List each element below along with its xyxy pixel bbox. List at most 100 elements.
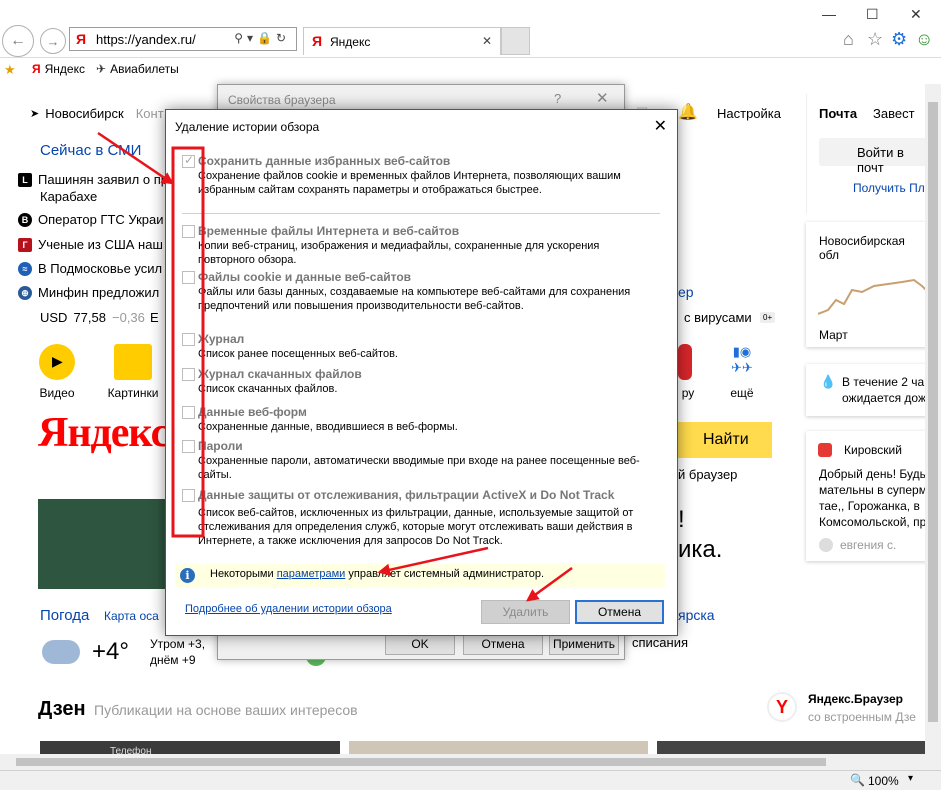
- vertical-scrollbar[interactable]: [925, 84, 941, 770]
- location-arrow-icon: ➤: [30, 108, 40, 120]
- currency-rate[interactable]: USD 77,58 −0,36: [40, 310, 145, 325]
- yandex-logo[interactable]: Яндекс: [38, 409, 169, 457]
- option-label: Данные веб-форм: [198, 405, 307, 419]
- browser-hint[interactable]: й браузер: [678, 467, 737, 482]
- mail-create[interactable]: Завест: [873, 106, 915, 121]
- mail-title[interactable]: Почта: [819, 106, 857, 121]
- ybrowser-title[interactable]: Яндекс.Браузер: [808, 692, 903, 706]
- parameters-link[interactable]: параметрами: [277, 568, 346, 580]
- scrollbar-thumb[interactable]: [16, 758, 826, 766]
- close-icon[interactable]: ✕: [596, 89, 609, 107]
- browser-tab[interactable]: Я Яндекс ✕: [303, 27, 501, 55]
- checkbox[interactable]: [182, 368, 195, 381]
- get-mail-link[interactable]: Получить Пл: [853, 181, 925, 195]
- news-text: Пашинян заявил о пр: [38, 172, 168, 187]
- news-right-fragment-2[interactable]: с вирусами: [684, 310, 752, 325]
- news-source-icon: Г: [18, 237, 32, 252]
- news-item[interactable]: ≈ В Подмосковье усил: [18, 261, 162, 276]
- help-icon[interactable]: ?: [554, 91, 561, 106]
- forward-button[interactable]: →: [40, 28, 66, 54]
- new-tab-button[interactable]: [501, 27, 530, 55]
- home-icon[interactable]: ⌂: [843, 29, 854, 50]
- option-label: Журнал: [198, 332, 245, 346]
- favorite-item-yandex[interactable]: Я Яндекс: [32, 62, 85, 76]
- delete-history-dialog: Удаление истории обзора ✕ Сохранить данн…: [165, 109, 678, 636]
- search-button[interactable]: Найти: [678, 422, 772, 458]
- option-desc: Список ранее посещенных веб-сайтов.: [198, 348, 398, 360]
- cancel-button[interactable]: Отмена: [463, 633, 543, 655]
- map-link[interactable]: Карта оса: [104, 609, 159, 623]
- ok-button[interactable]: OK: [385, 633, 455, 655]
- news-source-icon: B: [18, 212, 32, 227]
- address-bar[interactable]: Я https://yandex.ru/ ⚲▾🔒↻: [69, 27, 297, 51]
- checkbox[interactable]: [182, 271, 195, 284]
- close-icon[interactable]: ✕: [654, 116, 667, 136]
- zen-title[interactable]: Дзен: [38, 698, 86, 721]
- service-more[interactable]: ▮◉ ✈✈ ещё: [712, 344, 772, 400]
- checkbox[interactable]: [182, 489, 195, 502]
- option-label: Данные защиты от отслеживания, фильтраци…: [198, 488, 615, 502]
- checkbox[interactable]: [182, 406, 195, 419]
- city-selector[interactable]: ➤ Новосибирск Конт: [30, 106, 164, 121]
- ok-label: OK: [411, 637, 429, 651]
- login-button[interactable]: Войти в почт: [819, 138, 925, 175]
- news-item[interactable]: B Оператор ГТС Украи: [18, 212, 164, 227]
- chart-month: Март: [819, 328, 848, 342]
- zoom-level[interactable]: 100%: [868, 774, 899, 788]
- maximize-icon[interactable]: ☐: [866, 6, 879, 23]
- settings-gear-icon[interactable]: ⚙: [891, 29, 907, 50]
- plane-icon: ✈: [96, 62, 107, 76]
- apply-button[interactable]: Применить: [549, 633, 619, 655]
- news-item[interactable]: L Пашинян заявил о пр: [18, 172, 168, 187]
- service-video[interactable]: ▶ Видео: [27, 344, 87, 400]
- news-right-text[interactable]: списания: [632, 635, 688, 650]
- tab-close-icon[interactable]: ✕: [482, 34, 492, 48]
- favorite-item-avia[interactable]: ✈ Авиабилеты: [96, 62, 179, 76]
- zoom-icon[interactable]: 🔍: [850, 773, 865, 787]
- news-right-link[interactable]: ярска: [678, 607, 715, 623]
- weather-temp[interactable]: +4°: [92, 638, 129, 666]
- settings-link[interactable]: Настройка: [717, 106, 781, 121]
- option-label: Журнал скачанных файлов: [198, 367, 362, 381]
- smiley-icon[interactable]: ☺: [915, 29, 933, 50]
- news-item[interactable]: ⊕ Минфин предложил: [18, 285, 159, 300]
- news-right-fragment[interactable]: ер: [678, 284, 694, 300]
- learn-more-link[interactable]: Подробнее об удалении истории обзора: [185, 603, 392, 615]
- minimize-icon[interactable]: —: [822, 6, 836, 22]
- favorites-bar-add[interactable]: ★: [4, 62, 16, 78]
- age-badge: 0+: [760, 312, 776, 323]
- checkbox[interactable]: [182, 225, 195, 238]
- promo-text[interactable]: !: [678, 506, 685, 534]
- delete-button[interactable]: Удалить: [481, 600, 570, 624]
- back-button[interactable]: ←: [2, 25, 34, 57]
- cancel-button[interactable]: Отмена: [575, 600, 664, 624]
- zoom-dropdown-icon[interactable]: ▾: [908, 773, 913, 784]
- district-text: Добрый день! Будь: [819, 467, 925, 481]
- scrollbar-thumb[interactable]: [928, 102, 938, 722]
- favorites-bar: ★ Я Яндекс ✈ Авиабилеты: [0, 58, 941, 82]
- ybrowser-subtitle: со встроенным Дзе: [808, 710, 916, 724]
- bell-icon[interactable]: 🔔: [678, 102, 698, 122]
- promo-text[interactable]: ика.: [678, 536, 722, 564]
- horizontal-scrollbar[interactable]: [0, 754, 925, 770]
- tab-favicon-icon: Я: [312, 33, 323, 49]
- cancel-button-label: Отмена: [597, 605, 642, 619]
- news-item[interactable]: Г Ученые из США наш: [18, 237, 163, 252]
- news-header[interactable]: Сейчас в СМИ: [40, 142, 141, 159]
- favorites-star-icon[interactable]: ☆: [867, 29, 883, 50]
- rain-widget[interactable]: 💧 В течение 2 ча ожидается дож: [806, 364, 925, 416]
- region-widget[interactable]: Новосибирская обл Март: [806, 222, 925, 347]
- more-services-icon: ▮◉ ✈✈: [731, 344, 753, 375]
- checkbox[interactable]: [182, 153, 195, 168]
- promo-image[interactable]: [38, 499, 166, 589]
- close-window-icon[interactable]: ✕: [910, 6, 922, 23]
- weather-link[interactable]: Погода: [40, 607, 89, 624]
- checkbox[interactable]: [182, 333, 195, 346]
- district-widget[interactable]: Кировский Добрый день! Будь мательны в с…: [806, 431, 925, 561]
- zen-subtitle: Публикации на основе ваших интересов: [94, 702, 358, 718]
- address-url[interactable]: https://yandex.ru/: [96, 32, 196, 47]
- checkbox[interactable]: [182, 440, 195, 453]
- news-text-cont[interactable]: Карабахе: [40, 189, 97, 204]
- service-images[interactable]: Картинки: [103, 344, 163, 400]
- address-bar-actions[interactable]: ⚲▾🔒↻: [234, 31, 290, 45]
